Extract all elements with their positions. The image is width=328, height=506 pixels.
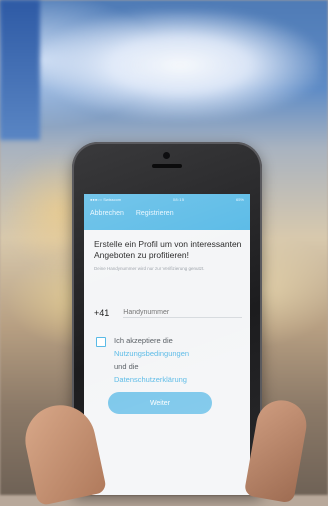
signup-form: Erstelle ein Profil um von interessanten… xyxy=(94,239,244,272)
phone-number-input[interactable] xyxy=(123,308,242,318)
country-code-selector[interactable]: +41 xyxy=(94,308,109,318)
phone-number-row: +41 xyxy=(94,306,242,320)
battery-label: 65% xyxy=(235,197,244,202)
app-navbar: ●●●○○ Swisscom 08:15 65% Abbrechen Regis… xyxy=(84,194,250,230)
cancel-button[interactable]: Abbrechen xyxy=(90,210,124,217)
phone-screen: ●●●○○ Swisscom 08:15 65% Abbrechen Regis… xyxy=(84,194,250,495)
carrier-label: ●●●○○ Swisscom xyxy=(90,197,122,202)
blurred-illuminated-sign xyxy=(40,10,320,120)
signup-subtext: Deine Handynummer wird nur zur Verifizie… xyxy=(94,266,205,271)
earpiece-speaker xyxy=(152,164,182,168)
privacy-policy-link[interactable]: Datenschutzerklärung xyxy=(114,375,187,384)
register-tab[interactable]: Registrieren xyxy=(136,210,174,217)
blurred-sign-bar xyxy=(0,0,40,140)
terms-text: Ich akzeptiere die Nutzungsbedingungen u… xyxy=(114,334,246,386)
terms-of-use-link[interactable]: Nutzungsbedingungen xyxy=(114,349,189,358)
terms-consent: Ich akzeptiere die Nutzungsbedingungen u… xyxy=(96,334,246,386)
status-bar: ●●●○○ Swisscom 08:15 65% xyxy=(90,197,244,203)
terms-prefix: Ich akzeptiere die xyxy=(114,336,173,345)
terms-middle: und die xyxy=(114,362,139,371)
signup-headline: Erstelle ein Profil um von interessanten… xyxy=(94,239,242,260)
continue-button[interactable]: Weiter xyxy=(108,392,212,414)
smartphone: ●●●○○ Swisscom 08:15 65% Abbrechen Regis… xyxy=(72,142,262,495)
front-camera xyxy=(163,152,170,159)
time-label: 08:15 xyxy=(172,197,185,202)
terms-checkbox[interactable] xyxy=(96,337,106,347)
